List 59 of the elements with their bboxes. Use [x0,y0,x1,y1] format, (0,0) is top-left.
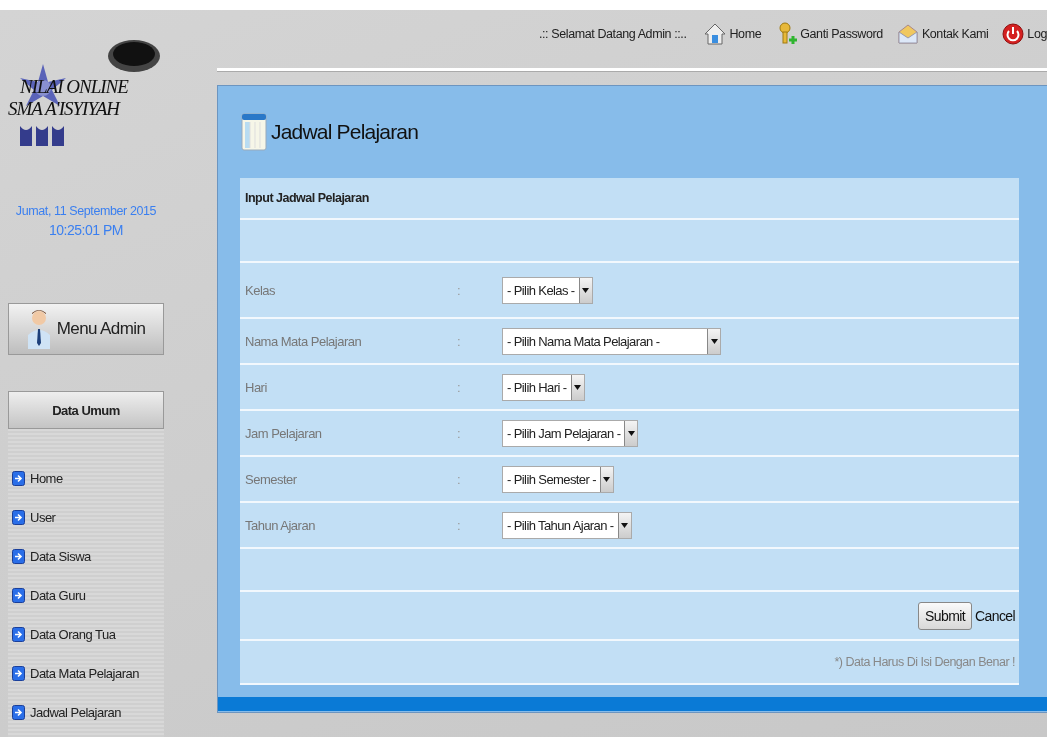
dropdown-field[interactable]: - Pilih Jam Pelajaran - [502,419,639,447]
caret-icon [710,338,718,344]
field-label: Kelas [245,282,277,298]
caret-icon [627,430,635,436]
nav-link[interactable]: Log [1002,22,1047,46]
person-icon [26,309,51,349]
dropdown-field[interactable]: - Pilih Nama Mata Pelajaran - [502,327,721,355]
nav-link[interactable]: Home [704,22,762,46]
logo-text: SMA A'ISYIYAH [8,98,119,119]
welcome-text: .:: Selamat Datang Admin ::.. [538,27,687,41]
home-icon [704,22,727,46]
menu-link[interactable]: Data Orang Tua [8,615,164,654]
arrow-icon [12,705,25,720]
colon-text: : [457,282,462,298]
field-label: Hari [245,379,268,395]
dropdown-field[interactable]: - Pilih Kelas - [502,276,593,304]
caret-icon [582,287,590,293]
caret-icon [621,522,629,528]
colon-text: : [457,517,462,533]
arrow-icon [12,510,25,525]
colon-text: : [457,471,462,487]
arrow-icon [12,666,25,681]
power-icon [1002,22,1025,46]
colon-text: : [457,425,462,441]
dropdown-field[interactable]: - Pilih Semester - [502,465,614,493]
cancel-link[interactable]: Cancel [975,607,1015,624]
logo-text: NILAI ONLINE [19,76,128,98]
caret-icon [574,384,581,390]
nav-link[interactable]: Kontak Kami [896,22,989,46]
menu-link[interactable]: Home [8,459,164,498]
field-label: Tahun Ajaran [245,517,316,533]
calendar-icon [241,112,267,152]
submit-button[interactable]: Submit [918,601,972,630]
envelope-icon [896,22,919,46]
date-text: Jumat, 11 September 2015 [14,203,158,219]
dropdown-field[interactable]: - Pilih Tahun Ajaran - [502,511,632,539]
arrow-icon [12,549,25,564]
note-text: *) Data Harus Di Isi Dengan Benar ! [834,655,1015,669]
menu-link[interactable]: Jadwal Pelajaran [8,693,164,732]
caret-icon [603,476,611,482]
menu-link[interactable]: Data Siswa [8,537,164,576]
page-title: Jadwal Pelajaran [271,120,419,144]
section-header: Data Umum [8,391,164,429]
colon-text: : [457,379,462,395]
menu-link[interactable]: User [8,498,164,537]
arrow-icon [12,588,25,603]
colon-text: : [457,333,462,349]
clock-text: 10:25:01 PM [48,221,124,240]
arrow-icon [12,627,25,642]
form-heading: Input Jadwal Pelajaran [245,191,369,205]
dropdown-field[interactable]: - Pilih Hari - [502,373,585,401]
menu-admin-button[interactable]: Menu Admin [8,303,164,355]
field-label: Jam Pelajaran [245,425,323,441]
menu-link[interactable]: Data Mata Pelajaran [8,654,164,693]
nav-link[interactable]: Ganti Password [775,22,883,46]
field-label: Semester [245,471,298,487]
field-label: Nama Mata Pelajaran [245,333,363,349]
menu-link[interactable]: Data Guru [8,576,164,615]
arrow-icon [12,471,25,486]
